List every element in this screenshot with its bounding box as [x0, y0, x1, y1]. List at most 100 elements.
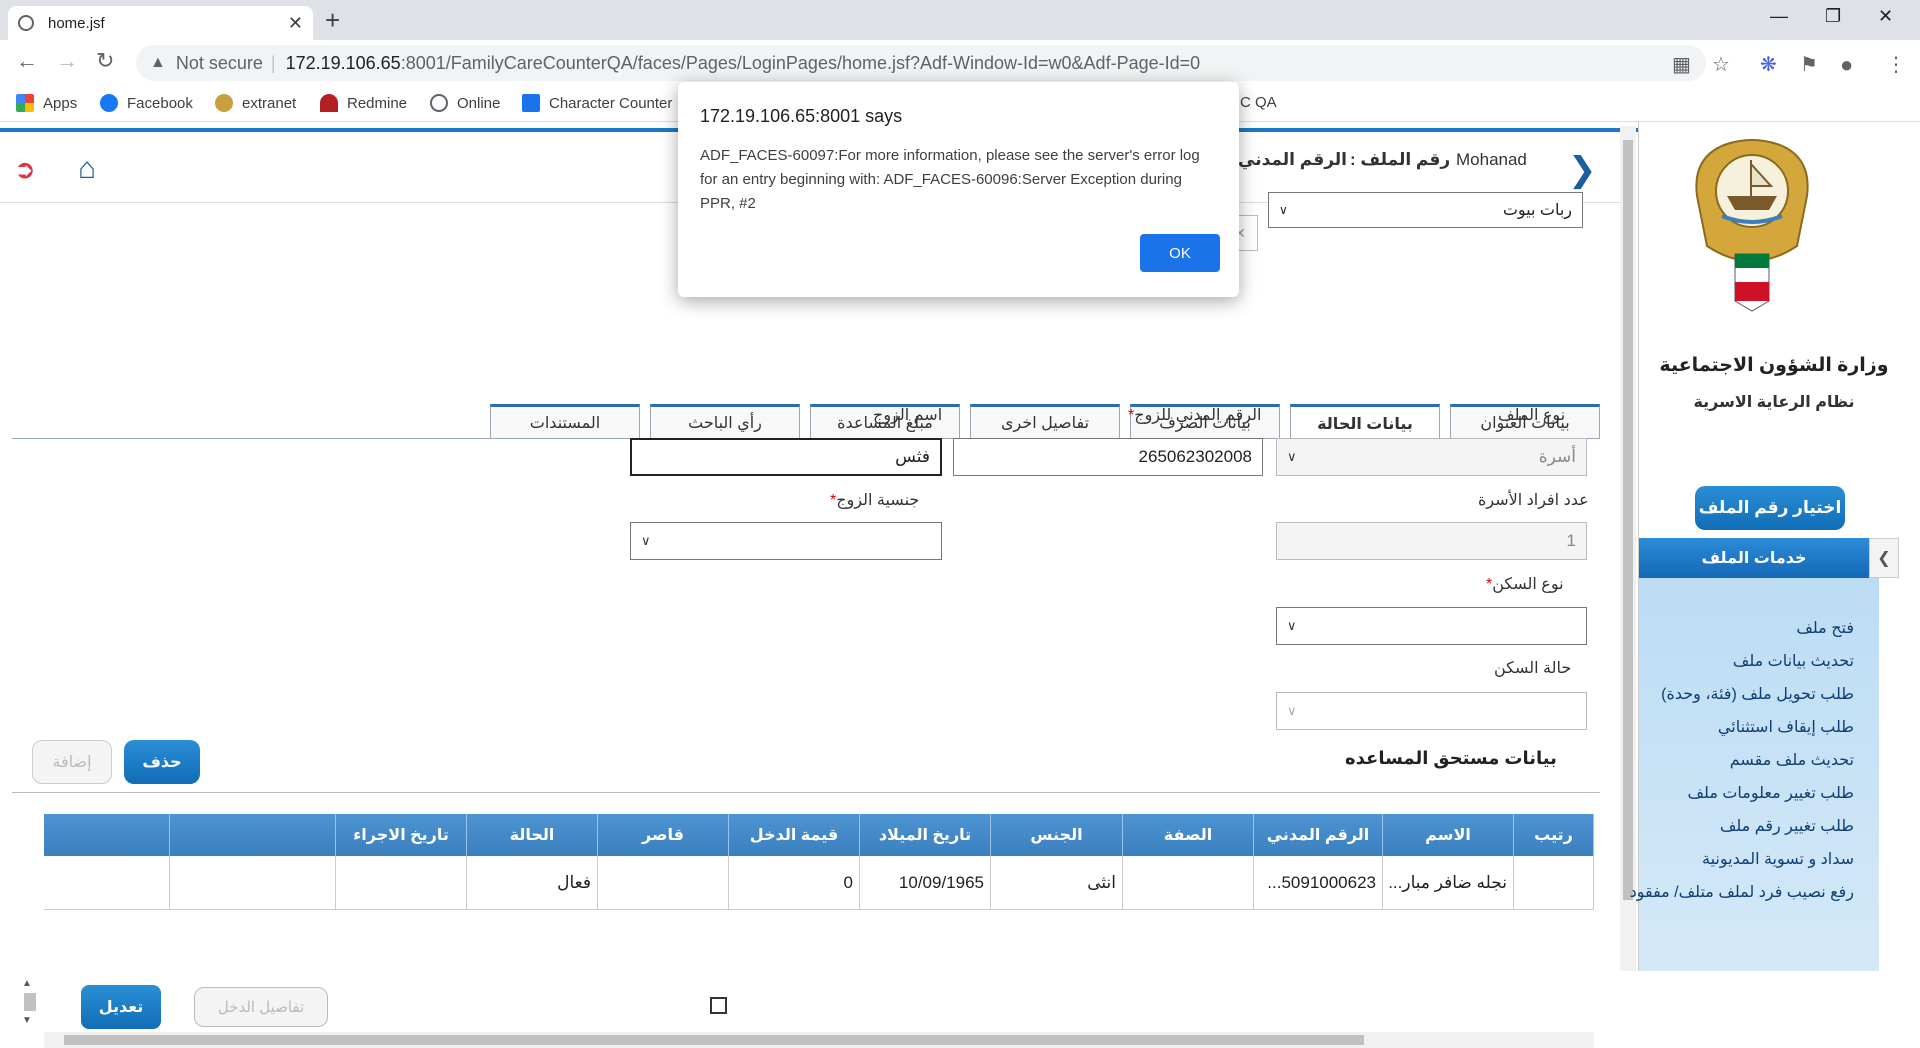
tab-researcher-opinion[interactable]: رأي الباحث [650, 404, 800, 438]
chevron-down-icon: ∨ [641, 533, 651, 548]
ok-button[interactable]: OK [1140, 234, 1220, 272]
globe-icon [430, 94, 448, 112]
forward-arrow-icon[interactable]: → [56, 48, 78, 74]
column-header: تاريخ الاجراء [336, 814, 467, 856]
logout-icon[interactable]: ➲ [14, 154, 44, 184]
tab-case-data[interactable]: بيانات الحالة [1290, 404, 1440, 440]
warning-icon: ▲ [150, 54, 166, 71]
tab-other-details[interactable]: تفاصيل اخرى [970, 404, 1120, 438]
minor-checkbox[interactable] [710, 997, 727, 1014]
address-bar[interactable]: ▲ Not secure | 172.19.106.65 :8001/Famil… [136, 45, 1706, 81]
husband-nationality-select[interactable]: ∨ [630, 522, 942, 560]
back-arrow-icon[interactable]: ← [16, 48, 38, 74]
translate-icon[interactable]: ▦ [1672, 52, 1691, 77]
emblem-icon [215, 94, 233, 112]
browser-tab[interactable]: home.jsf ✕ [8, 6, 313, 40]
security-label: Not secure [175, 52, 263, 73]
tab-title: home.jsf [48, 14, 105, 32]
service-item[interactable]: سداد و تسوية المديونية [1702, 849, 1854, 869]
chevron-down-icon: ∨ [1279, 203, 1288, 217]
url-host: 172.19.106.65 [285, 52, 401, 73]
table-cell [1514, 856, 1594, 910]
table-cell-civil-id: 5091000623... [1254, 856, 1383, 910]
income-details-button[interactable]: تفاصيل الدخل [194, 987, 328, 1027]
bookmark-facebook[interactable]: Facebook [100, 94, 193, 112]
table-vertical-scrollbar[interactable]: ▲ ▼ [22, 978, 38, 1034]
star-icon[interactable]: ☆ [1712, 52, 1730, 77]
menu-dots-icon[interactable]: ⋮ [1886, 52, 1906, 77]
new-tab-button[interactable]: + [325, 5, 340, 36]
bookmark-redmine[interactable]: Redmine [320, 94, 407, 112]
husband-civil-id-input[interactable]: 265062302008 [953, 438, 1263, 476]
husband-civil-id-label: الرقم المدني للزوج* [1128, 407, 1262, 424]
bookmark-character-counter[interactable]: Character Counter [522, 94, 672, 112]
profile-avatar-icon[interactable]: ● [1840, 52, 1853, 78]
table-cell-relation [1123, 856, 1254, 910]
table-cell-minor [598, 856, 729, 910]
apps-grid-icon [16, 94, 34, 112]
edit-button[interactable]: تعديل [81, 985, 161, 1029]
chevron-down-icon: ∨ [1287, 449, 1297, 464]
husband-name-label: اسم الزوج [873, 407, 943, 424]
service-item[interactable]: طلب تحويل ملف (فئة، وحدة) [1661, 684, 1854, 704]
column-header: رتيب [1514, 814, 1594, 856]
sidebar: وزارة الشؤون الاجتماعية نظام الرعاية الا… [1630, 122, 1920, 971]
minimize-icon[interactable]: — [1770, 6, 1788, 27]
maximize-icon[interactable]: ❐ [1825, 6, 1841, 27]
table-cell-action-date [336, 856, 467, 910]
close-tab-icon[interactable]: ✕ [288, 13, 303, 34]
delete-button[interactable]: حذف [124, 740, 200, 784]
globe-icon [18, 15, 34, 31]
service-item[interactable]: طلب إيقاف استثنائي [1718, 717, 1854, 737]
service-item[interactable]: تحديث بيانات ملف [1733, 651, 1854, 671]
add-button[interactable]: إضافة [32, 740, 112, 784]
chevron-down-icon: ∨ [1287, 703, 1297, 718]
housing-status-select[interactable]: ∨ [1276, 692, 1587, 730]
extensions-puzzle-icon[interactable]: ⚑ [1800, 52, 1818, 77]
service-item[interactable]: فتح ملف [1796, 618, 1854, 638]
table-horizontal-scrollbar[interactable] [44, 1032, 1594, 1048]
choose-file-button[interactable]: اختيار رقم الملف [1695, 486, 1845, 530]
bookmark-qa[interactable]: C QA [1240, 94, 1277, 111]
family-count-input[interactable]: 1 [1276, 522, 1587, 560]
column-header: الاسم [1383, 814, 1514, 856]
dialog-title: 172.19.106.65:8001 says [700, 106, 903, 126]
column-header [170, 814, 336, 856]
close-window-icon[interactable]: ✕ [1878, 6, 1893, 27]
column-header: الجنس [991, 814, 1123, 856]
service-item[interactable]: تحديث ملف مقسم [1730, 750, 1854, 770]
home-icon[interactable]: ⌂ [78, 152, 96, 186]
table-cell [170, 856, 336, 910]
column-header: قاصر [598, 814, 729, 856]
tab-documents[interactable]: المستندات [490, 404, 640, 438]
category-select[interactable]: ربات بيوت ∨ [1268, 192, 1583, 228]
chevron-right-icon[interactable]: ❯ [1568, 150, 1597, 190]
file-type-select[interactable]: أسرة ∨ [1276, 438, 1587, 476]
services-list: فتح ملف تحديث بيانات ملف طلب تحويل ملف (… [1630, 578, 1879, 971]
extension-snowflake-icon[interactable]: ❋ [1760, 52, 1777, 77]
ministry-name: وزارة الشؤون الاجتماعية [1659, 355, 1889, 376]
column-header: الصفة [1123, 814, 1254, 856]
housing-type-label: نوع السكن* [1486, 576, 1564, 593]
url-path: :8001/FamilyCareCounterQA/faces/Pages/Lo… [400, 52, 1201, 73]
table-cell-status: فعال [467, 856, 598, 910]
service-item[interactable]: رفع نصيب فرد لملف متلف/ مفقود [1630, 882, 1854, 902]
housing-type-select[interactable]: ∨ [1276, 607, 1587, 645]
reload-icon[interactable]: ↻ [96, 48, 114, 74]
bookmark-apps[interactable]: Apps [16, 94, 77, 112]
redmine-icon [320, 94, 338, 112]
column-header: تاريخ الميلاد [860, 814, 991, 856]
column-header: الحالة [467, 814, 598, 856]
facebook-icon [100, 94, 118, 112]
system-name: نظام الرعاية الاسرية [1693, 394, 1855, 411]
bookmark-online[interactable]: Online [430, 94, 500, 112]
page-vertical-scrollbar[interactable] [1620, 126, 1636, 971]
husband-name-input[interactable]: فثس [630, 438, 942, 476]
housing-status-label: حالة السكن [1494, 660, 1572, 677]
service-item[interactable]: طلب تغيير معلومات ملف [1687, 783, 1854, 803]
service-item[interactable]: طلب تغيير رقم ملف [1720, 816, 1854, 836]
bookmark-extranet[interactable]: extranet [215, 94, 296, 112]
dialog-message: ADF_FACES-60097:For more information, pl… [700, 147, 1200, 212]
number-one-icon [522, 94, 540, 112]
chevron-left-icon[interactable]: ❮ [1869, 538, 1899, 578]
